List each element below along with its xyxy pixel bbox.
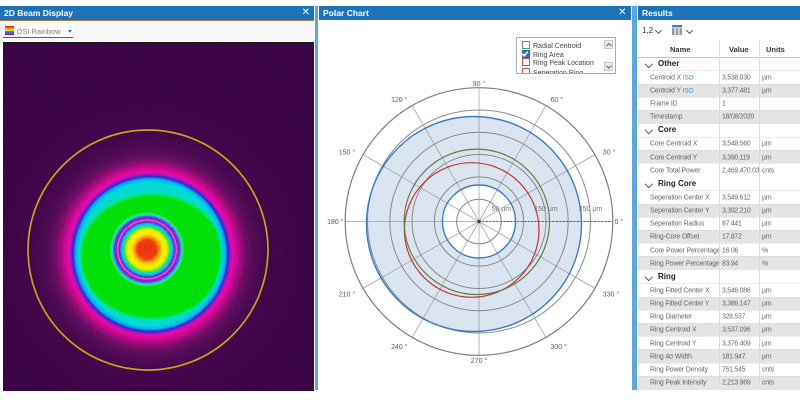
svg-text:60 °: 60 ° (551, 96, 564, 104)
svg-text:0 °: 0 ° (615, 218, 624, 226)
svg-text:250 µm: 250 µm (579, 206, 603, 213)
svg-text:150 µm: 150 µm (534, 206, 558, 213)
svg-text:180 °: 180 ° (327, 218, 344, 226)
svg-text:210 °: 210 ° (339, 291, 356, 299)
svg-text:330 °: 330 ° (603, 291, 620, 299)
svg-text:50 µm: 50 µm (491, 206, 511, 213)
svg-text:30 °: 30 ° (603, 149, 616, 157)
svg-text:270 °: 270 ° (471, 357, 488, 365)
svg-text:120 °: 120 ° (391, 96, 408, 104)
svg-text:300 °: 300 ° (551, 343, 568, 351)
svg-text:240 °: 240 ° (391, 343, 408, 351)
svg-text:90 °: 90 ° (473, 80, 486, 88)
svg-text:150 °: 150 ° (339, 149, 356, 157)
